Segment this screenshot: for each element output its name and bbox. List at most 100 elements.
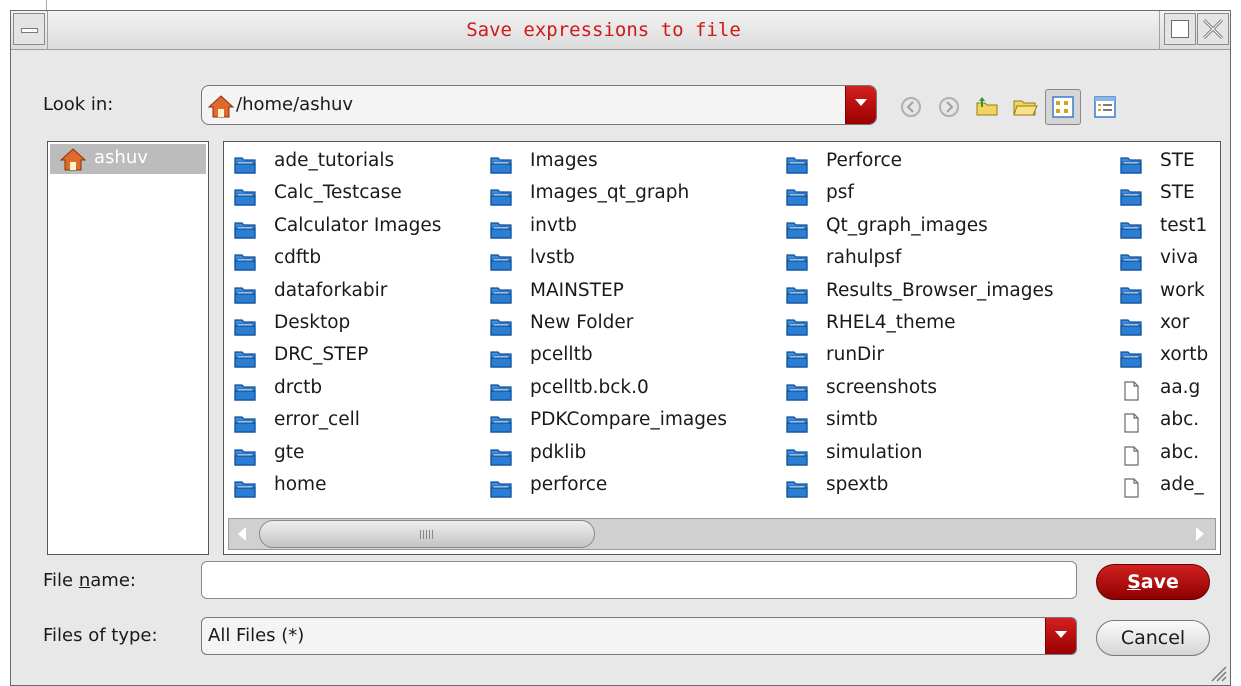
sidebar-item-label: ashuv: [94, 147, 148, 168]
file-type-combo[interactable]: All Files (*): [201, 617, 1077, 655]
horizontal-scrollbar[interactable]: [228, 518, 1216, 550]
list-item-label: pcelltb.bck.0: [530, 376, 649, 398]
list-item-label: xor: [1160, 311, 1190, 333]
window-menu-button[interactable]: [13, 13, 45, 45]
file-type-value: All Files (*): [208, 625, 305, 646]
file-icon: [1119, 379, 1143, 403]
scroll-left-arrow-icon[interactable]: [229, 519, 259, 549]
look-in-combo[interactable]: /home/ashuv: [201, 85, 877, 125]
folder-icon: [1119, 184, 1143, 208]
list-item-label: rahulpsf: [826, 247, 902, 269]
list-item-label: error_cell: [274, 409, 360, 431]
save-button-label: ave: [1140, 571, 1179, 593]
parent-folder-icon[interactable]: [971, 91, 1003, 123]
list-item-label: Results_Browser_images: [826, 279, 1054, 301]
list-item-label: Images: [530, 150, 598, 171]
list-item-label: abc.: [1160, 441, 1200, 463]
list-item-label: pcelltb: [530, 344, 593, 366]
folder-icon: [1119, 217, 1143, 241]
cancel-button[interactable]: Cancel: [1096, 620, 1210, 656]
folder-icon: [233, 282, 257, 306]
list-item-label: work: [1160, 279, 1205, 301]
folder-icon: [233, 346, 257, 370]
folder-icon: [233, 476, 257, 500]
folder-icon: [233, 184, 257, 208]
folder-icon: [233, 314, 257, 338]
file-type-label: Files of type:: [43, 625, 158, 646]
folder-icon: [233, 379, 257, 403]
list-item-label: drctb: [274, 376, 323, 398]
grip-icon: [420, 530, 434, 539]
list-item-label: home: [274, 473, 327, 495]
folder-icon: [489, 476, 513, 500]
folder-icon: [785, 184, 809, 208]
file-list[interactable]: ade_tutorials Calc_Testcase Calculator Ima…: [223, 141, 1221, 555]
folder-icon: [233, 152, 257, 176]
back-icon[interactable]: [895, 91, 927, 123]
folder-icon: [785, 476, 809, 500]
look-in-label: Look in:: [43, 94, 114, 115]
folder-icon: [1119, 314, 1143, 338]
maximize-icon: [1171, 20, 1189, 38]
file-icon: [1119, 444, 1143, 468]
folder-icon: [489, 411, 513, 435]
sidebar-item-home[interactable]: ashuv: [50, 144, 206, 174]
scrollbar-thumb[interactable]: [259, 520, 595, 548]
folder-icon: [233, 444, 257, 468]
folder-icon: [489, 184, 513, 208]
folder-icon: [1119, 282, 1143, 306]
list-item-label: STE: [1160, 182, 1195, 204]
window-menu-icon: [21, 28, 38, 33]
detail-view-icon[interactable]: [1089, 91, 1121, 123]
forward-icon[interactable]: [933, 91, 965, 123]
list-item-label: viva: [1160, 247, 1199, 269]
folder-icon: [233, 217, 257, 241]
folder-icon: [785, 444, 809, 468]
close-button[interactable]: [1197, 13, 1229, 45]
list-item-label: RHEL4_theme: [826, 311, 956, 333]
resize-grip-icon[interactable]: [1206, 661, 1228, 683]
folder-icon: [1119, 346, 1143, 370]
folder-icon: [489, 249, 513, 273]
save-button[interactable]: Save: [1096, 564, 1210, 600]
folder-icon: [233, 249, 257, 273]
list-item-label: New Folder: [530, 311, 634, 333]
list-item-label: Qt_graph_images: [826, 214, 988, 236]
folder-icon: [1119, 152, 1143, 176]
list-item-label: invtb: [530, 214, 577, 236]
title-bar[interactable]: Save expressions to file: [11, 11, 1230, 50]
file-type-dropdown-button[interactable]: [1045, 618, 1076, 654]
new-folder-icon[interactable]: [1009, 91, 1041, 123]
file-icon: [1119, 411, 1143, 435]
list-view-button[interactable]: [1045, 89, 1081, 125]
list-item-label: simtb: [826, 409, 878, 431]
list-item-label: xortb: [1160, 344, 1209, 366]
file-name-label: File name:: [43, 570, 136, 591]
look-in-dropdown-button[interactable]: [845, 86, 876, 124]
folder-icon: [489, 346, 513, 370]
maximize-button[interactable]: [1164, 13, 1196, 45]
folder-icon: [489, 314, 513, 338]
file-name-input[interactable]: [201, 561, 1077, 599]
file-name-label-pre: File: [43, 570, 79, 591]
list-item-label: PDKCompare_images: [530, 409, 727, 431]
list-item-label: perforce: [530, 473, 608, 495]
list-item-label: lvstb: [530, 247, 575, 269]
list-item-label: screenshots: [826, 376, 938, 398]
list-item-label: STE: [1160, 150, 1195, 171]
save-button-mnemonic: S: [1127, 571, 1141, 593]
list-item-label: Images_qt_graph: [530, 182, 690, 204]
folder-icon: [785, 152, 809, 176]
scroll-right-arrow-icon[interactable]: [1185, 519, 1215, 549]
save-dialog: Save expressions to file Look in: /home/…: [10, 10, 1231, 686]
list-item-label: ade_tutorials: [274, 150, 395, 171]
list-item-label: Calc_Testcase: [274, 182, 402, 204]
places-sidebar: ashuv: [47, 141, 209, 555]
folder-icon: [1119, 249, 1143, 273]
home-icon: [60, 148, 86, 171]
list-item-label: dataforkabir: [274, 279, 388, 301]
list-item-label: DRC_STEP: [274, 344, 369, 366]
list-item-label: aa.g: [1160, 376, 1201, 398]
list-item-label: Perforce: [826, 150, 903, 171]
folder-icon: [489, 152, 513, 176]
